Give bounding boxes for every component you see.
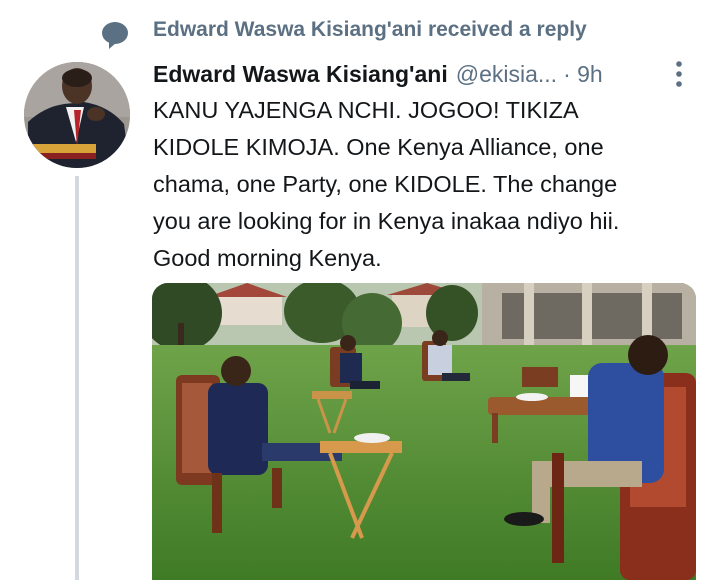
- author-name[interactable]: Edward Waswa Kisiang'ani: [153, 61, 448, 88]
- social-context-text[interactable]: Edward Waswa Kisiang'ani received a repl…: [153, 18, 587, 42]
- more-vertical-icon[interactable]: [672, 60, 686, 88]
- tweet-timestamp[interactable]: · 9h: [563, 61, 603, 88]
- avatar-image: [24, 62, 130, 168]
- thread-connector-line: [75, 176, 79, 580]
- tweet-media-photo[interactable]: [152, 283, 696, 580]
- author-handle[interactable]: @ekisia...: [456, 61, 557, 88]
- photo-garden-meeting: [152, 283, 696, 580]
- tweet-text-line: chama, one Party, one KIDOLE. The change: [153, 171, 618, 197]
- tweet-text-line: Good morning Kenya.: [153, 245, 382, 271]
- tweet-text-line: KANU YAJENGA NCHI. JOGOO! TIKIZA: [153, 97, 579, 123]
- tweet-text-line: you are looking for in Kenya inakaa ndiy…: [153, 208, 620, 234]
- avatar[interactable]: [24, 62, 130, 168]
- speech-bubble-icon: [102, 22, 128, 49]
- tweet-text: KANU YAJENGA NCHI. JOGOO! TIKIZA KIDOLE …: [153, 92, 713, 277]
- tweet-text-line: KIDOLE KIMOJA. One Kenya Alliance, one: [153, 134, 604, 160]
- tweet-header: Edward Waswa Kisiang'ani @ekisia... · 9h: [153, 59, 603, 89]
